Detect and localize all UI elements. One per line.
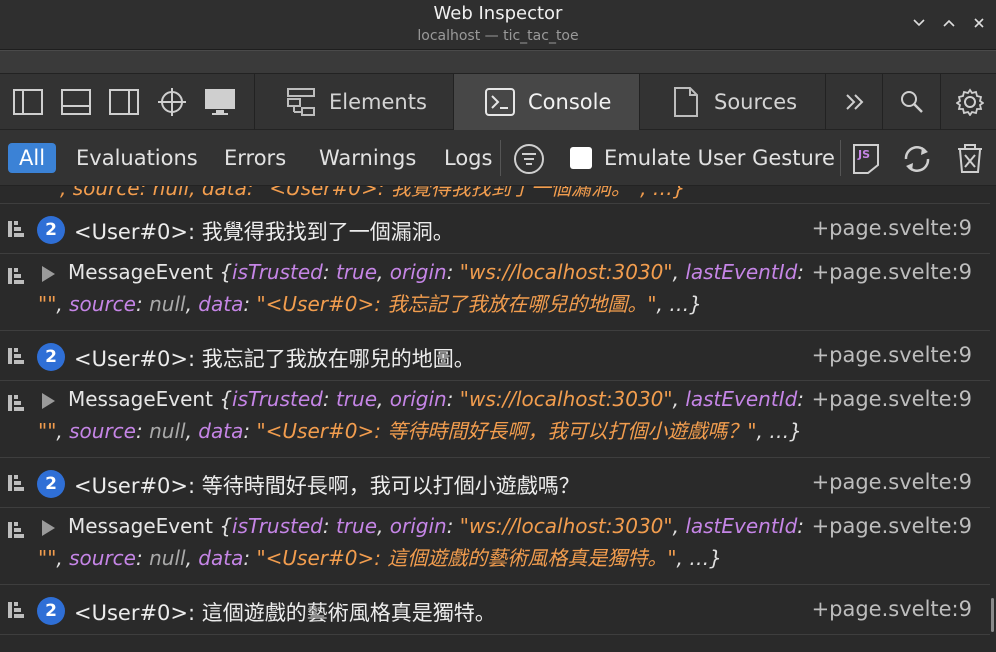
object-preview-line2: "", source: null, data: "<User#0>: 等待時間好… [38,419,802,443]
filter-logs-button[interactable]: Logs [438,143,498,173]
repeat-count-badge: 2 [37,597,65,625]
source-link[interactable]: +page.svelte:9 [812,256,972,288]
object-preview-line1: MessageEvent {isTrusted: true, origin: "… [68,260,805,284]
tab-elements[interactable]: Elements [254,74,453,130]
js-icon[interactable]: JS [852,143,882,175]
object-preview-line1: MessageEvent {isTrusted: true, origin: "… [68,387,805,411]
object-class-name: MessageEvent [68,260,213,284]
console-log-entry[interactable]: 2 <User#0>: 這個遊戲的藝術風格真是獨特。 +page.svelte:9 [0,585,990,635]
tab-bar: Elements Console Sources [0,74,996,130]
filter-all-button[interactable]: All [8,143,57,173]
minimize-icon[interactable] [910,14,928,32]
source-link[interactable]: +page.svelte:9 [812,510,972,542]
device-icon[interactable] [204,86,236,118]
object-class-name: MessageEvent [68,514,213,538]
log-message: <User#0>: 我覺得我找到了一個漏洞。 [74,220,454,244]
source-link[interactable]: +page.svelte:9 [812,470,972,494]
tab-console-label: Console [528,90,612,114]
tab-sources[interactable]: Sources [639,74,825,130]
gear-icon[interactable] [940,74,996,130]
close-icon[interactable] [970,14,988,32]
more-tabs-icon[interactable] [825,74,883,130]
maximize-icon[interactable] [940,14,958,32]
expand-triangle-icon[interactable] [42,266,55,282]
window-divider [0,50,996,74]
log-level-icon [8,520,26,540]
source-link[interactable]: +page.svelte:9 [812,343,972,367]
console-filter-bar: All Evaluations Errors Warnings Logs Emu… [0,130,996,186]
tab-sources-label: Sources [714,90,798,114]
source-link[interactable]: +page.svelte:9 [812,597,972,621]
console-object-entry[interactable]: MessageEvent {isTrusted: true, origin: "… [0,381,990,458]
dock-right-icon[interactable] [108,86,140,118]
log-level-icon [8,473,26,493]
console-log-entry[interactable]: 2 <User#0>: 我覺得我找到了一個漏洞。 +page.svelte:9 [0,204,990,254]
filter-separator [500,140,501,176]
console-scrollbar[interactable] [991,598,994,632]
source-link[interactable]: +page.svelte:9 [812,383,972,415]
window-subtitle: localhost — tic_tac_toe [417,28,579,44]
log-level-icon [8,600,26,620]
log-message: <User#0>: 我忘記了我放在哪兒的地圖。 [74,347,475,371]
trash-icon[interactable] [955,143,985,175]
tab-elements-label: Elements [329,90,427,114]
log-message: <User#0>: 等待時間好長啊，我可以打個小遊戲嗎？ [74,474,580,498]
crosshair-icon[interactable] [156,86,188,118]
log-level-icon [8,219,26,239]
log-message: <User#0>: 這個遊戲的藝術風格真是獨特。 [74,601,496,625]
console-log-entry[interactable]: 2 <User#0>: 我忘記了我放在哪兒的地圖。 +page.svelte:9 [0,331,990,381]
window-titlebar: Web Inspector localhost — tic_tac_toe [0,0,996,50]
filter-errors-button[interactable]: Errors [218,143,292,173]
console-log-entry[interactable]: 2 <User#0>: 等待時間好長啊，我可以打個小遊戲嗎？ +page.svelt… [0,458,990,508]
filter-evaluations-button[interactable]: Evaluations [70,143,204,173]
filter-icon[interactable] [513,143,545,175]
search-icon[interactable] [882,74,940,130]
console-entry-partial: , source: null, data: "<User#0>: 我覺得我找到了… [0,186,990,204]
expand-triangle-icon[interactable] [42,520,55,536]
partial-entry-text: , source: null, data: "<User#0>: 我覺得我找到了… [60,186,686,200]
log-level-icon [8,346,26,366]
source-link[interactable]: +page.svelte:9 [812,216,972,240]
log-level-icon [8,266,26,286]
repeat-count-badge: 2 [37,470,65,498]
dock-bottom-icon[interactable] [60,86,92,118]
object-preview-line2: "", source: null, data: "<User#0>: 我忘記了我… [38,292,702,316]
reload-icon[interactable] [900,143,934,175]
expand-triangle-icon[interactable] [42,393,55,409]
console-object-entry[interactable]: MessageEvent {isTrusted: true, origin: "… [0,254,990,331]
console-log[interactable]: , source: null, data: "<User#0>: 我覺得我找到了… [0,186,996,652]
emulate-user-gesture-checkbox[interactable] [570,147,592,169]
repeat-count-badge: 2 [37,216,65,244]
window-title: Web Inspector [433,3,563,24]
object-preview-line2: "", source: null, data: "<User#0>: 這個遊戲的… [38,546,722,570]
log-level-icon [8,393,26,413]
emulate-user-gesture-label: Emulate User Gesture [604,146,835,170]
document-icon [670,86,702,118]
console-object-entry[interactable]: MessageEvent {isTrusted: true, origin: "… [0,508,990,585]
object-class-name: MessageEvent [68,387,213,411]
object-preview-line1: MessageEvent {isTrusted: true, origin: "… [68,514,805,538]
console-icon [484,86,516,118]
filter-warnings-button[interactable]: Warnings [313,143,422,173]
repeat-count-badge: 2 [37,343,65,371]
js-icon-label: JS [857,148,870,161]
tab-console[interactable]: Console [453,74,639,130]
elements-icon [285,86,317,118]
filter-separator [840,140,841,176]
dock-left-icon[interactable] [12,86,44,118]
